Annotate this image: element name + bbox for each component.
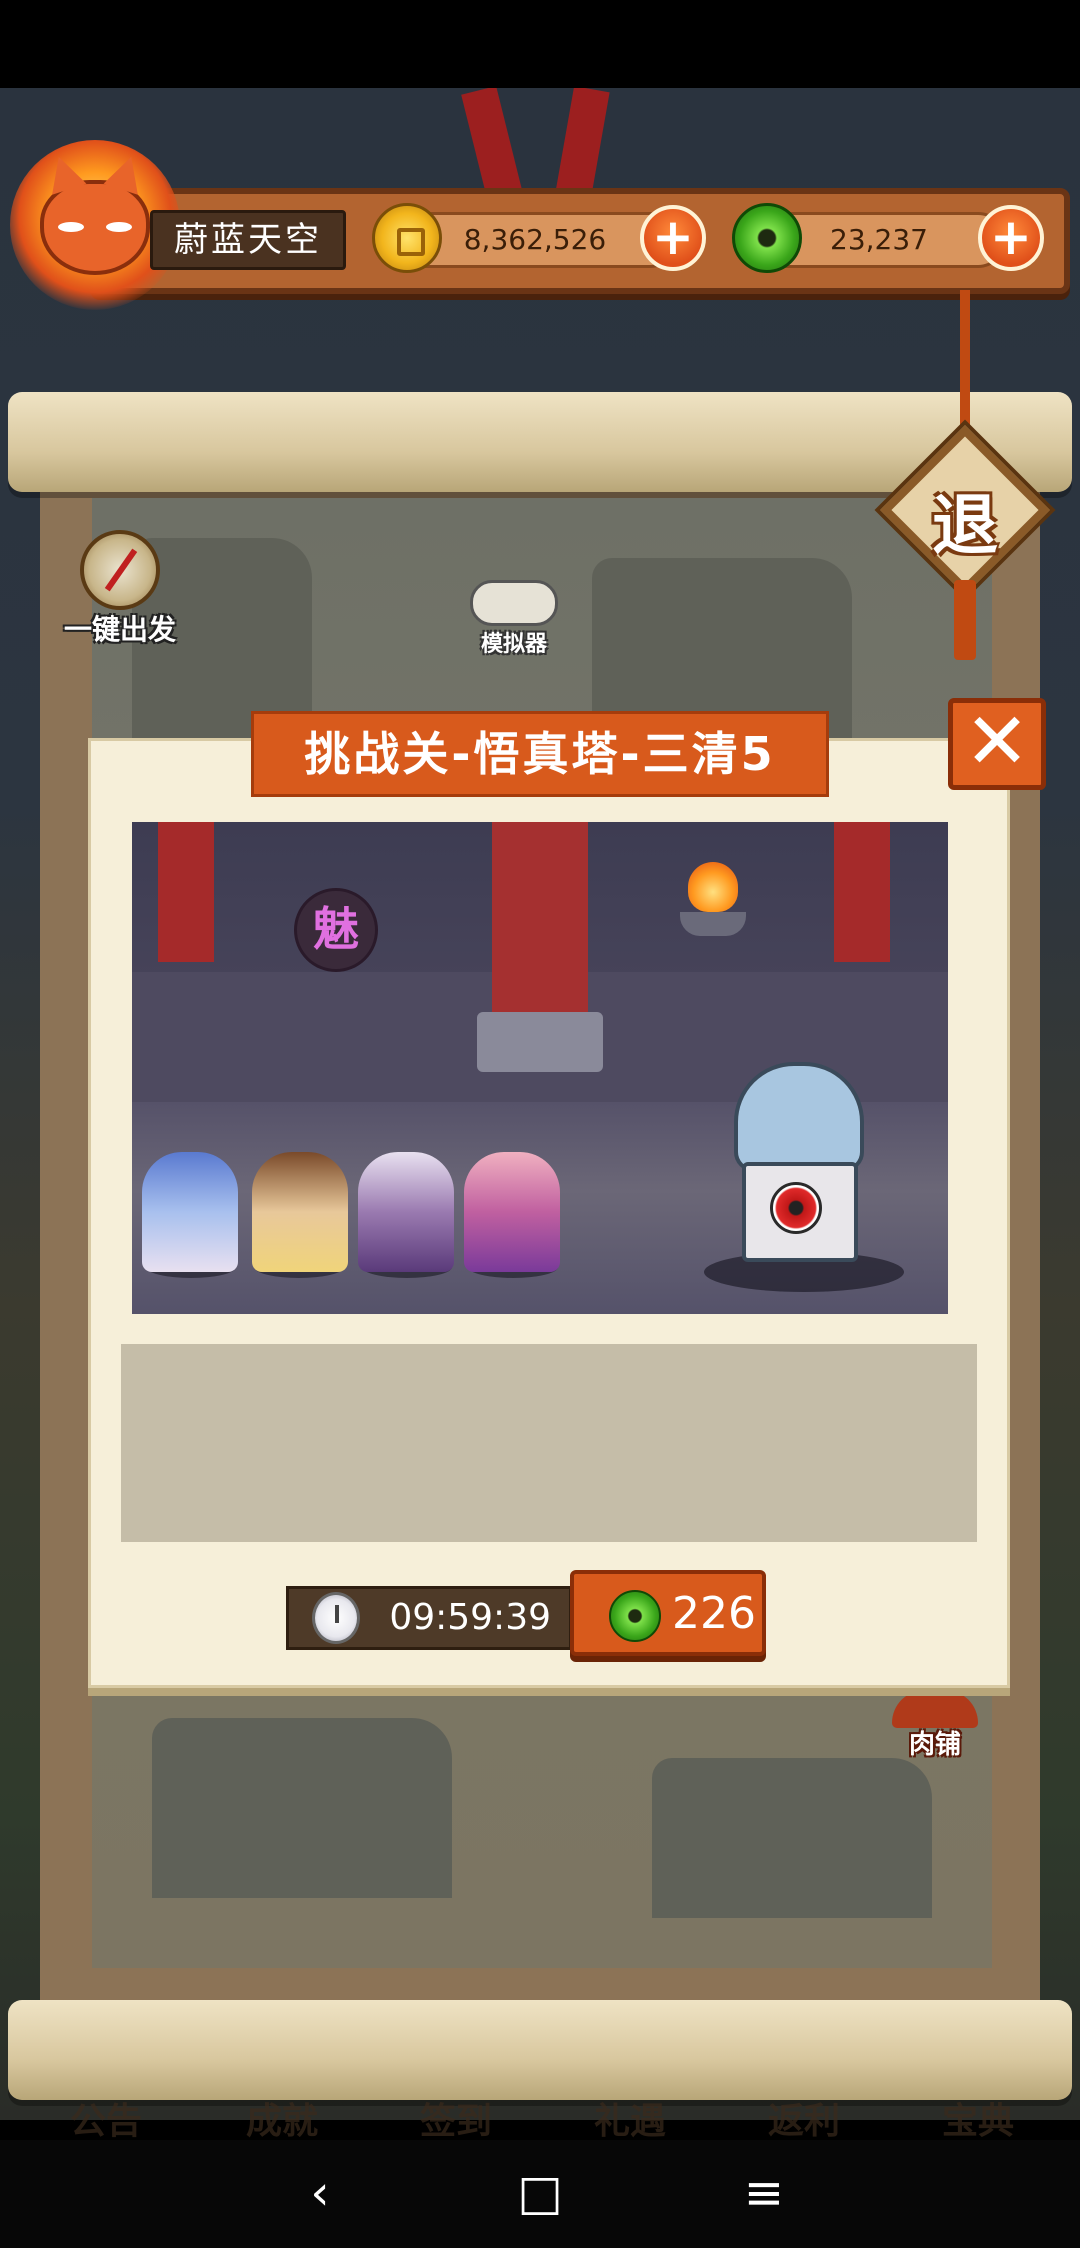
fox-eye [106, 222, 132, 232]
tassel-icon [954, 580, 976, 660]
green-jade-coin-icon [609, 1590, 661, 1642]
one-click-depart-label: 一键出发 [63, 613, 176, 646]
exit-button[interactable]: 退 [880, 290, 1050, 660]
torch-flame-icon [688, 862, 738, 912]
compass-icon [80, 530, 160, 610]
mountain [652, 1758, 932, 1918]
hero-character-3 [358, 1152, 454, 1272]
hero-character-4 [464, 1152, 560, 1272]
torch-holder [680, 912, 746, 936]
fox-mask-icon [40, 180, 150, 275]
menu-announcement[interactable]: 公告 [46, 2092, 166, 2144]
shop-roof-icon [892, 1690, 978, 1728]
status-bar [0, 0, 1080, 88]
butcher-shop-label: 肉铺 [908, 1730, 961, 1760]
add-gold-button[interactable]: + [640, 205, 706, 271]
close-button[interactable]: ✕ [948, 698, 1046, 790]
one-click-depart-button[interactable]: 一键出发 [55, 530, 185, 650]
gamepad-icon [470, 580, 558, 626]
menu-guide[interactable]: 宝典 [918, 2092, 1038, 2144]
hanging-rope [960, 290, 970, 440]
menu-rebate[interactable]: 返利 [744, 2092, 864, 2144]
charm-badge: 魅 [294, 888, 378, 972]
back-button[interactable]: ‹ [280, 2158, 360, 2228]
emulator-button[interactable]: 模拟器 [468, 580, 560, 660]
hero-character-2 [252, 1152, 348, 1272]
pillar-base [477, 1012, 603, 1072]
gold-coin-icon [372, 203, 442, 273]
scroll-rod-bottom [8, 2000, 1072, 2100]
recent-apps-button[interactable]: ≡ [724, 2158, 804, 2228]
mountain [152, 1718, 452, 1898]
add-jade-button[interactable]: + [978, 205, 1044, 271]
player-name: 蔚蓝天空 [150, 210, 346, 270]
emulator-label: 模拟器 [480, 632, 547, 657]
fox-eye [58, 222, 84, 232]
red-banner [834, 822, 890, 962]
stage-description-box [121, 1344, 977, 1542]
home-button[interactable]: □ [500, 2158, 580, 2228]
menu-gifts[interactable]: 礼遇 [570, 2092, 690, 2144]
battle-preview: 魅 [132, 822, 948, 1314]
green-jade-coin-icon [732, 203, 802, 273]
red-pillar [492, 822, 588, 1042]
enemy-cap [734, 1062, 864, 1172]
dialog-title: 挑战关-悟真塔-三清5 [251, 711, 829, 797]
hero-character-1 [142, 1152, 238, 1272]
exit-label: 退 [932, 487, 998, 564]
challenge-cost-value: 226 [672, 1588, 756, 1639]
red-banner [158, 822, 214, 962]
enemy-eye [770, 1182, 822, 1234]
menu-sign-in[interactable]: 签到 [396, 2092, 516, 2144]
stopwatch-icon [312, 1592, 360, 1644]
butcher-shop-button[interactable]: 肉铺 [880, 1690, 990, 1770]
menu-achievements[interactable]: 成就 [222, 2092, 342, 2144]
